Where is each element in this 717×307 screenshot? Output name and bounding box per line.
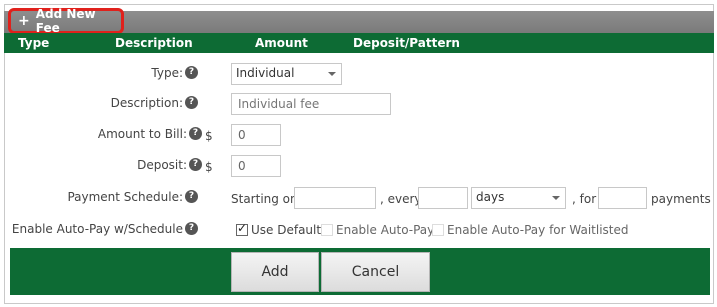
plus-icon: + bbox=[18, 13, 30, 29]
add-new-fee-button[interactable]: + Add New Fee bbox=[8, 7, 124, 35]
chevron-down-icon bbox=[328, 72, 336, 76]
column-header-description: Description bbox=[115, 36, 193, 50]
every-label: , every bbox=[380, 192, 422, 206]
chevron-down-icon bbox=[552, 196, 560, 200]
type-label: Type:? bbox=[151, 66, 198, 80]
enable-autopay-label: Enable Auto-Pay bbox=[336, 223, 435, 237]
column-header-deposit-pattern: Deposit/Pattern bbox=[353, 36, 460, 50]
description-input[interactable] bbox=[231, 93, 391, 115]
help-icon[interactable]: ? bbox=[185, 66, 198, 79]
amount-input[interactable] bbox=[231, 124, 281, 146]
for-label: , for bbox=[572, 192, 597, 206]
starting-on-label: Starting on bbox=[231, 192, 298, 206]
interval-unit-select[interactable]: days bbox=[471, 187, 566, 209]
type-select[interactable]: Individual bbox=[231, 63, 342, 85]
enable-autopay-waitlisted-checkbox[interactable] bbox=[432, 224, 444, 236]
use-default-label: Use Default bbox=[251, 223, 322, 237]
use-default-checkbox[interactable] bbox=[236, 221, 248, 236]
payment-count-input[interactable] bbox=[598, 187, 647, 209]
start-date-input[interactable] bbox=[294, 187, 376, 209]
deposit-currency: $ bbox=[205, 160, 213, 174]
interval-input[interactable] bbox=[418, 187, 468, 209]
help-icon[interactable]: ? bbox=[185, 96, 198, 109]
description-label: Description:? bbox=[111, 96, 198, 110]
add-new-fee-label: Add New Fee bbox=[35, 7, 96, 35]
enable-autopay-checkbox[interactable] bbox=[321, 224, 333, 236]
fees-table-header: Type Description Amount Deposit/Pattern bbox=[4, 33, 714, 53]
column-header-type: Type bbox=[18, 36, 50, 50]
autopay-label: Enable Auto-Pay w/Schedule? bbox=[12, 222, 198, 236]
payments-label: payments bbox=[651, 192, 711, 206]
amount-label: Amount to Bill:? bbox=[98, 127, 202, 141]
payment-schedule-label: Payment Schedule:? bbox=[67, 190, 198, 204]
amount-currency: $ bbox=[205, 129, 213, 143]
deposit-input[interactable] bbox=[231, 155, 281, 177]
help-icon[interactable]: ? bbox=[189, 127, 202, 140]
enable-autopay-waitlisted-label: Enable Auto-Pay for Waitlisted bbox=[447, 223, 629, 237]
deposit-label: Deposit:? bbox=[137, 158, 202, 172]
help-icon[interactable]: ? bbox=[185, 190, 198, 203]
column-header-amount: Amount bbox=[255, 36, 308, 50]
add-button[interactable]: Add bbox=[231, 252, 319, 292]
help-icon[interactable]: ? bbox=[189, 158, 202, 171]
cancel-button[interactable]: Cancel bbox=[321, 252, 430, 292]
help-icon[interactable]: ? bbox=[185, 222, 198, 235]
